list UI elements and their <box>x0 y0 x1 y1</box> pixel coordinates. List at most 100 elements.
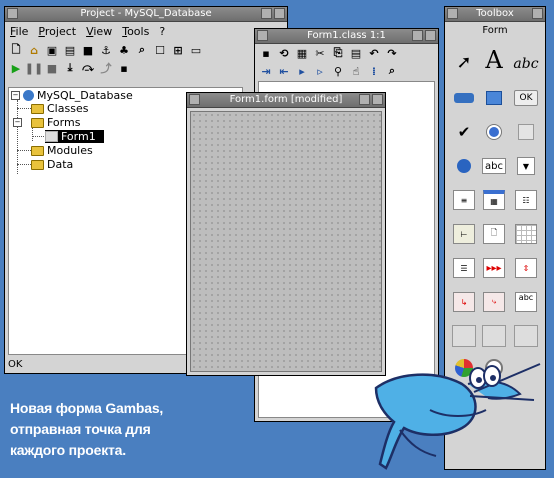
tool-picturebox[interactable] <box>449 85 479 111</box>
window-menu-button[interactable] <box>257 30 268 41</box>
project-window-titlebar[interactable]: Project - MySQL_Database <box>5 7 287 22</box>
picture-icon <box>454 93 474 103</box>
console-icon[interactable]: ▪ <box>117 61 131 75</box>
undo-icon[interactable]: ↶ <box>367 46 381 60</box>
tool-drawingarea[interactable]: 🗋 <box>479 221 509 247</box>
unindent-icon[interactable]: ⇤ <box>277 64 291 78</box>
stop-icon[interactable]: ■ <box>45 61 59 75</box>
tabpanel-icon <box>482 325 506 347</box>
tool-scrollview[interactable] <box>511 323 541 349</box>
tool-treeview[interactable]: ⊢ <box>449 221 479 247</box>
open-project-icon[interactable]: ⌂ <box>27 43 41 57</box>
window-menu-button[interactable] <box>189 94 200 105</box>
window-menu-button[interactable] <box>7 8 18 19</box>
uncomment-icon[interactable]: ▹ <box>313 64 327 78</box>
pause-icon[interactable]: ❚❚ <box>25 61 43 75</box>
tool-timer[interactable] <box>479 355 509 381</box>
editor-toolbar-2: ⇥ ⇤ ▸ ▹ ⚲ ☝ ⁞ ⌕ <box>255 62 438 80</box>
maximize-button[interactable] <box>425 30 436 41</box>
toolbox-titlebar[interactable]: Toolbox <box>445 7 545 22</box>
grid-icon[interactable]: ⊞ <box>171 43 185 57</box>
tool-checkbox[interactable]: ✔ <box>449 119 479 145</box>
breakpoint-icon[interactable]: ⁞ <box>367 64 381 78</box>
tool-label[interactable]: A <box>479 46 509 74</box>
minimize-button[interactable] <box>359 94 370 105</box>
window-menu-button[interactable] <box>447 8 458 19</box>
tool-tabpanel[interactable] <box>479 323 509 349</box>
paste-icon[interactable]: ▤ <box>349 46 363 60</box>
display-icon[interactable]: ▭ <box>189 43 203 57</box>
gridview-icon <box>515 224 537 244</box>
tree-item-classes[interactable]: Classes <box>31 102 88 115</box>
tool-listview[interactable]: ☷ <box>511 187 541 213</box>
menu-project[interactable]: Project <box>38 25 76 38</box>
form-canvas[interactable] <box>190 111 382 372</box>
cut-icon[interactable]: ✂ <box>313 46 327 60</box>
tree-item-modules[interactable]: Modules <box>31 144 93 157</box>
run-icon[interactable]: ▶ <box>9 61 23 75</box>
iconview-icon <box>457 159 471 173</box>
tool-columnview[interactable]: ☰ <box>449 255 479 281</box>
properties-icon[interactable]: ▤ <box>63 43 77 57</box>
tree-item-forms[interactable]: − Forms <box>13 116 80 129</box>
step-into-icon[interactable]: ⤓ <box>63 61 77 75</box>
collapse-icon[interactable]: − <box>11 91 20 100</box>
make-icon[interactable]: ■ <box>81 43 95 57</box>
redo-icon[interactable]: ↷ <box>385 46 399 60</box>
tool-textarea[interactable]: abc <box>511 289 541 315</box>
tool-textbox[interactable]: abc <box>479 153 509 179</box>
editor-toolbar-1: ▪ ⟲ ▦ ✂ ⎘ ▤ ↶ ↷ <box>255 44 438 62</box>
minimize-button[interactable] <box>261 8 272 19</box>
copy-icon[interactable]: ⎘ <box>331 46 345 60</box>
tool-frame[interactable] <box>449 323 479 349</box>
goto-icon[interactable]: ☝ <box>349 64 363 78</box>
print-icon[interactable]: ▦ <box>295 46 309 60</box>
class-editor-titlebar[interactable]: Form1.class 1:1 <box>255 29 438 44</box>
refresh-icon[interactable]: ☐ <box>153 43 167 57</box>
minimize-button[interactable] <box>412 30 423 41</box>
find-icon[interactable]: ⌕ <box>135 43 149 57</box>
translate-icon[interactable]: ♣ <box>117 43 131 57</box>
tree-item-form1[interactable]: Form1 <box>45 130 104 143</box>
tool-tabstrip[interactable]: ▸▸▸ <box>479 255 509 281</box>
indent-icon[interactable]: ⇥ <box>259 64 273 78</box>
menu-file[interactable]: File <box>10 25 28 38</box>
tool-scrollbar[interactable]: ⇕ <box>511 255 541 281</box>
search-icon[interactable]: ⌕ <box>385 64 399 78</box>
reload-icon[interactable]: ⟲ <box>277 46 291 60</box>
tool-hsplit[interactable]: ↳ <box>449 289 479 315</box>
tool-listbox[interactable]: ≡ <box>449 187 479 213</box>
new-file-icon[interactable]: 🗋 <box>9 43 23 57</box>
save-icon[interactable]: ▪ <box>259 46 273 60</box>
tool-button[interactable]: OK <box>511 85 541 111</box>
comment-icon[interactable]: ▸ <box>295 64 309 78</box>
database-icon <box>23 90 34 101</box>
maximize-button[interactable] <box>372 94 383 105</box>
find-icon[interactable]: ⚲ <box>331 64 345 78</box>
tool-iconview[interactable] <box>449 153 479 179</box>
tool-chart[interactable] <box>449 355 479 381</box>
tool-radiobutton[interactable] <box>479 119 509 145</box>
step-over-icon[interactable]: ⤼ <box>81 61 95 75</box>
menu-help[interactable]: ? <box>159 25 165 38</box>
tool-toggle[interactable] <box>511 119 541 145</box>
tree-item-data[interactable]: Data <box>31 158 73 171</box>
tool-panel[interactable] <box>479 85 509 111</box>
tool-pointer[interactable]: ➚ <box>449 49 479 75</box>
tree-item-label: Classes <box>47 102 89 115</box>
save-project-icon[interactable]: ▣ <box>45 43 59 57</box>
tool-calendar[interactable]: ▦ <box>479 187 509 213</box>
menu-view[interactable]: View <box>86 25 112 38</box>
tool-vsplit[interactable]: ⤷ <box>479 289 509 315</box>
form-designer-titlebar[interactable]: Form1.form [modified] <box>187 93 385 108</box>
tool-gridview[interactable] <box>511 221 541 247</box>
maximize-button[interactable] <box>274 8 285 19</box>
close-button[interactable] <box>532 8 543 19</box>
step-out-icon[interactable]: ⤴ <box>99 61 113 75</box>
menu-tools[interactable]: Tools <box>122 25 149 38</box>
tool-textlabel[interactable]: abc <box>511 51 541 77</box>
tool-combobox[interactable]: ▼ <box>511 153 541 179</box>
tree-root[interactable]: − MySQL_Database <box>11 89 133 102</box>
collapse-icon[interactable]: − <box>13 118 22 127</box>
package-icon[interactable]: ⚓ <box>99 43 113 57</box>
